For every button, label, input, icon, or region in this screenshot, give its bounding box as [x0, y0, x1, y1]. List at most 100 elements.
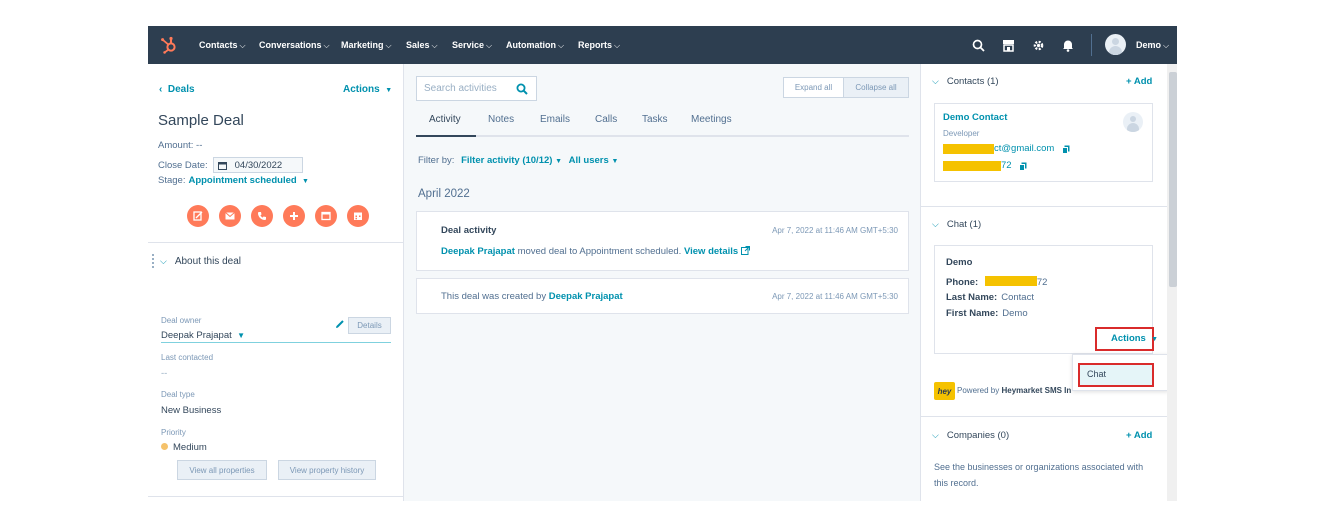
chat-section-header[interactable]: ⌵ Chat (1) — [932, 219, 981, 230]
expand-collapse-toggle: Expand all Collapse all — [783, 77, 909, 98]
add-button[interactable] — [283, 205, 305, 227]
deal-owner-underline — [161, 342, 391, 343]
redaction — [943, 144, 994, 154]
nav-automation[interactable]: Automation ⌵ — [506, 40, 564, 51]
external-link-icon — [740, 246, 750, 255]
contacts-section-header[interactable]: ⌵ Contacts (1) — [932, 76, 999, 87]
actor-link[interactable]: Deepak Prajapat — [549, 291, 623, 302]
companies-description: See the businesses or organizations asso… — [934, 462, 1144, 488]
about-deal-title: About this deal — [174, 255, 241, 267]
copy-icon[interactable] — [1019, 162, 1027, 171]
actions-dropdown-menu: Chat — [1072, 354, 1169, 391]
section-divider — [921, 416, 1167, 417]
activity-timeline: Expand all Collapse all Activity Notes E… — [405, 64, 919, 501]
top-navigation: Contacts ⌵ Conversations ⌵ Marketing ⌵ Sale… — [148, 26, 1177, 64]
contact-email[interactable]: ct@gmail.com — [994, 143, 1054, 154]
section-divider — [921, 206, 1167, 207]
priority-label: Priority — [161, 428, 186, 437]
deal-actions-dropdown[interactable]: Actions ▼ — [343, 84, 392, 95]
hubspot-app: Contacts ⌵ Conversations ⌵ Marketing ⌵ Sale… — [148, 26, 1177, 501]
user-avatar[interactable] — [1105, 34, 1126, 55]
filter-activity-dropdown[interactable]: Filter activity (10/12) ▼ — [461, 155, 562, 166]
redaction — [984, 276, 1037, 286]
email-button[interactable] — [219, 205, 241, 227]
stage-dropdown[interactable]: Appointment scheduled ▼ — [188, 175, 308, 186]
about-deal-header[interactable]: ⌵ About this deal — [152, 254, 241, 268]
user-menu[interactable]: Demo ⌵ — [1136, 40, 1169, 51]
nav-reports[interactable]: Reports ⌵ — [578, 40, 620, 51]
card-description: This deal was created by Deepak Prajapat — [441, 291, 623, 302]
expand-all-button[interactable]: Expand all — [783, 77, 844, 98]
view-details-link[interactable]: View details — [684, 246, 750, 257]
last-contacted-value[interactable]: -- — [161, 368, 167, 379]
search-icon[interactable] — [970, 37, 986, 53]
heymarket-logo: hey — [934, 382, 955, 400]
last-contacted-label: Last contacted — [161, 353, 214, 362]
tab-meetings[interactable]: Meetings — [691, 114, 732, 125]
tab-activity[interactable]: Activity — [429, 114, 461, 125]
card-timestamp: Apr 7, 2022 at 11:46 AM GMT+5:30 — [772, 226, 898, 235]
pencil-icon[interactable] — [335, 319, 345, 329]
note-icon — [193, 211, 203, 221]
call-button[interactable] — [251, 205, 273, 227]
nav-contacts[interactable]: Contacts ⌵ — [199, 40, 246, 51]
view-property-history-button[interactable]: View property history — [278, 460, 376, 480]
back-to-deals-link[interactable]: ‹ Deals — [159, 84, 195, 95]
nav-sales[interactable]: Sales ⌵ — [406, 40, 438, 51]
tab-tasks[interactable]: Tasks — [642, 114, 668, 125]
chat-first-name: First Name: Demo — [946, 308, 1028, 319]
meeting-button[interactable] — [347, 205, 369, 227]
contact-name-link[interactable]: Demo Contact — [943, 112, 1007, 123]
add-company-link[interactable]: + Add — [1126, 430, 1152, 441]
search-icon[interactable] — [516, 83, 528, 95]
month-heading: April 2022 — [418, 188, 470, 200]
scrollbar-thumb[interactable] — [1169, 72, 1177, 287]
note-button[interactable] — [187, 205, 209, 227]
amount-property[interactable]: Amount: -- — [158, 140, 202, 151]
details-button[interactable]: Details — [348, 317, 391, 334]
companies-section-header[interactable]: ⌵ Companies (0) — [932, 430, 1009, 441]
actor-link[interactable]: Deepak Prajapat — [441, 246, 515, 257]
all-users-dropdown[interactable]: All users ▼ — [569, 155, 619, 166]
view-all-properties-button[interactable]: View all properties — [177, 460, 267, 480]
marketplace-icon[interactable] — [1000, 37, 1016, 53]
task-button[interactable] — [315, 205, 337, 227]
deal-type-label: Deal type — [161, 390, 195, 399]
search-activities-box[interactable] — [416, 76, 537, 101]
section-divider — [148, 242, 404, 243]
tab-calls[interactable]: Calls — [595, 114, 617, 125]
chat-actions-dropdown[interactable]: Actions ▼ — [1111, 333, 1158, 344]
nav-conversations[interactable]: Conversations ⌵ — [259, 40, 330, 51]
tab-notes[interactable]: Notes — [488, 114, 514, 125]
task-icon — [321, 211, 331, 221]
nav-marketing[interactable]: Marketing ⌵ — [341, 40, 392, 51]
close-date-input[interactable]: 04/30/2022 — [212, 157, 303, 173]
settings-icon[interactable] — [1030, 37, 1046, 53]
collapse-all-button[interactable]: Collapse all — [844, 77, 909, 98]
filter-by-label: Filter by: — [418, 155, 455, 166]
deal-activity-card[interactable]: Deal activity Apr 7, 2022 at 11:46 AM GM… — [416, 211, 909, 271]
close-date-property: Close Date: 04/30/2022 — [158, 157, 303, 173]
search-activities-input[interactable] — [424, 83, 509, 94]
dropdown-item-chat-label[interactable]: Chat — [1087, 369, 1106, 379]
tab-emails[interactable]: Emails — [540, 114, 570, 125]
copy-icon[interactable] — [1062, 145, 1070, 154]
deal-type-value[interactable]: New Business — [161, 405, 221, 416]
stage-property: Stage: Appointment scheduled ▼ — [158, 175, 309, 186]
deal-created-card[interactable]: This deal was created by Deepak Prajapat… — [416, 278, 909, 314]
priority-value[interactable]: Medium — [173, 442, 207, 453]
drag-handle-icon[interactable] — [152, 254, 158, 268]
chevron-down-icon: ⌵ — [932, 219, 939, 229]
contact-phone[interactable]: 72 — [1001, 160, 1012, 171]
deal-owner-select[interactable]: Deepak Prajapat ▼ — [161, 330, 245, 341]
meeting-icon — [354, 212, 362, 220]
chevron-down-icon: ⌵ — [932, 76, 939, 86]
add-contact-link[interactable]: + Add — [1126, 76, 1152, 87]
chevron-down-icon: ⌵ — [932, 430, 939, 440]
deal-title[interactable]: Sample Deal — [158, 112, 244, 129]
nav-divider — [1091, 34, 1092, 56]
notifications-icon[interactable] — [1060, 37, 1076, 53]
hubspot-logo-icon[interactable] — [160, 36, 178, 54]
add-icon — [290, 212, 298, 220]
nav-service[interactable]: Service ⌵ — [452, 40, 492, 51]
